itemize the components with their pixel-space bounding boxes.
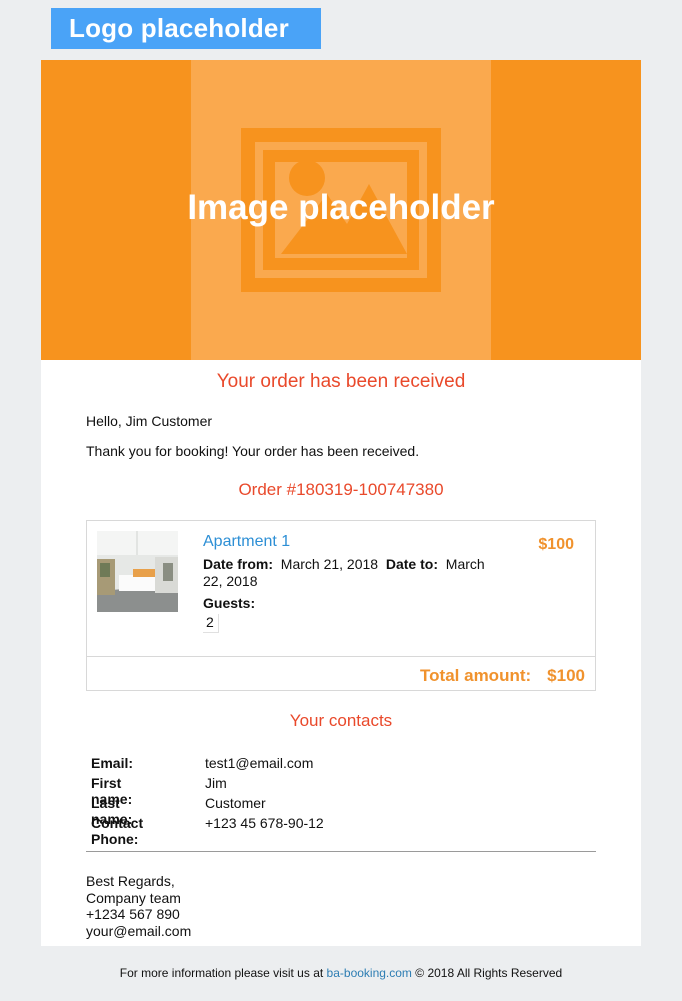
contact-value: Customer bbox=[205, 795, 266, 811]
contact-value: +123 45 678-90-12 bbox=[205, 815, 324, 831]
logo: Logo placeholder bbox=[51, 8, 321, 49]
email-card: Image placeholder Your order has been re… bbox=[41, 60, 641, 946]
hero-placeholder-text: Image placeholder bbox=[187, 188, 495, 227]
guests-value: 2 bbox=[203, 614, 219, 633]
apartment-price: $100 bbox=[538, 536, 574, 553]
signature-line: your@email.com bbox=[86, 922, 192, 939]
section-divider bbox=[86, 851, 596, 852]
contact-value: Jim bbox=[205, 775, 227, 791]
contacts-title: Your contacts bbox=[289, 711, 393, 730]
date-from-value: March 21, 2018 bbox=[280, 556, 379, 572]
signature-line: Best Regards, bbox=[86, 873, 175, 889]
signature-line: +1234 567 890 bbox=[86, 906, 180, 922]
signature-line: Company team bbox=[86, 889, 181, 906]
contact-value: test1@email.com bbox=[205, 755, 314, 771]
footer-copyright: © 2018 All Rights Reserved bbox=[415, 966, 563, 980]
contact-label: Contact Phone: bbox=[91, 815, 144, 847]
apartment-thumbnail bbox=[97, 531, 178, 612]
order-divider bbox=[87, 656, 595, 657]
total-value: $100 bbox=[547, 666, 585, 685]
date-from-label: Date from: bbox=[203, 556, 274, 572]
logo-text: Logo placeholder bbox=[69, 13, 289, 43]
hero-image: Image placeholder bbox=[41, 60, 641, 360]
contact-label: Email: bbox=[91, 755, 134, 771]
apartment-link[interactable]: Apartment 1 bbox=[203, 533, 290, 551]
guests-label: Guests: bbox=[203, 595, 256, 611]
footer-prefix: For more information please visit us at bbox=[119, 966, 324, 980]
page-title: Your order has been received bbox=[216, 371, 466, 392]
greeting-text: Hello, Jim Customer bbox=[86, 413, 213, 429]
footer: For more information please visit us at … bbox=[0, 966, 682, 980]
order-item-box: Apartment 1 $100 Date from: March 21, 20… bbox=[86, 520, 596, 691]
total-label: Total amount: bbox=[420, 666, 532, 685]
order-total: Total amount: $100 bbox=[420, 666, 585, 686]
message-text: Thank you for booking! Your order has be… bbox=[86, 443, 420, 459]
email-page: Logo placeholder Image placeholder Your … bbox=[0, 0, 682, 1001]
date-to-label: Date to: bbox=[385, 556, 438, 572]
order-number: Order #180319-100747380 bbox=[238, 480, 444, 499]
footer-link[interactable]: ba-booking.com bbox=[327, 966, 412, 980]
booking-dates: Date from: March 21, 2018 Date to: March… bbox=[203, 556, 503, 590]
signature: Best Regards, Company team +1234 567 890… bbox=[86, 873, 191, 939]
